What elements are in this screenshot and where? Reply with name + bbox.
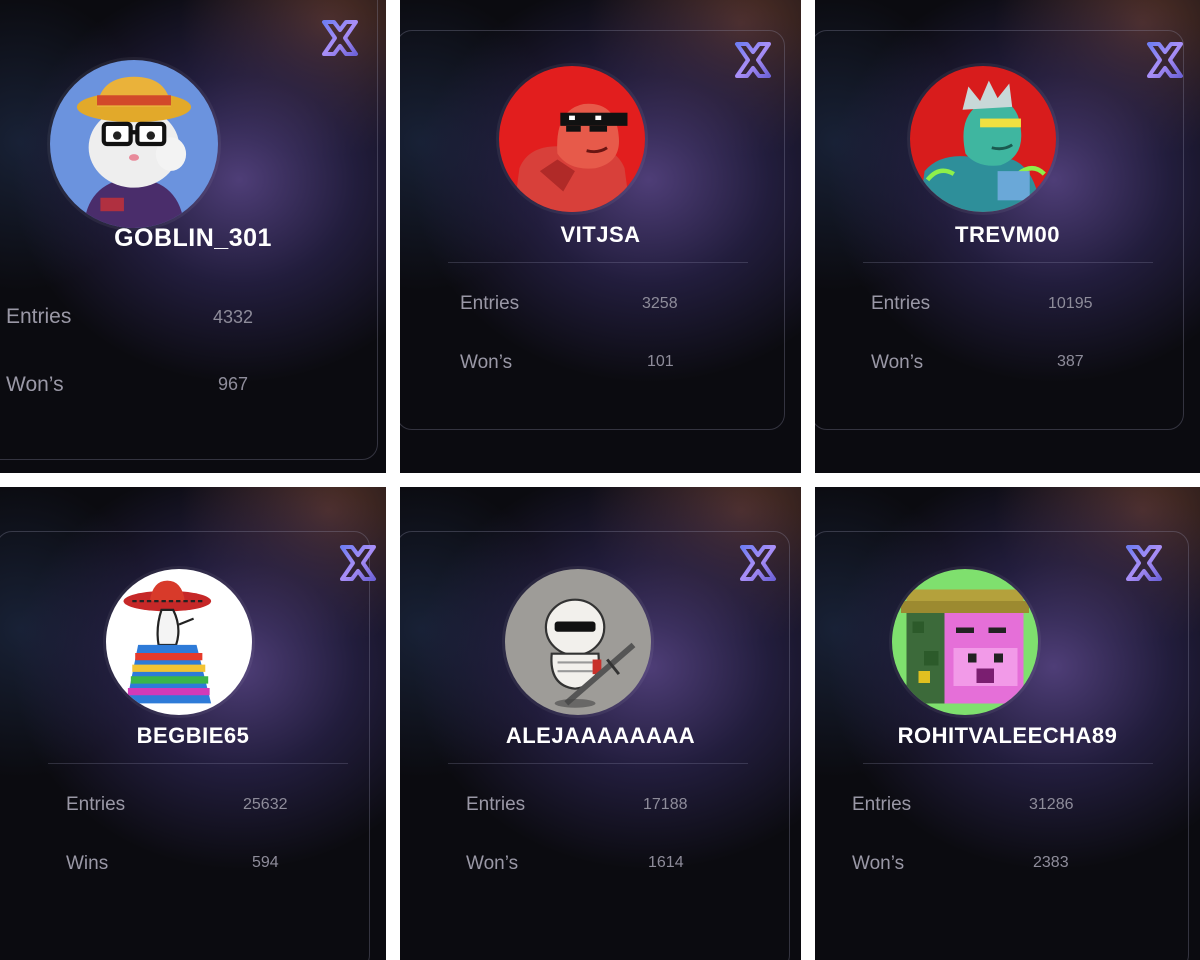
wins-value: 1614 xyxy=(648,854,684,871)
brand-x-logo-icon xyxy=(740,545,776,581)
avatar[interactable] xyxy=(50,60,218,228)
card-divider xyxy=(48,763,348,764)
wins-label: Won’s xyxy=(6,373,64,396)
username: GOBLIN_301 xyxy=(114,224,272,252)
user-card-rohitvaleecha89[interactable]: ROHITVALEECHA89 Entries 31286 Won’s 2383 xyxy=(815,487,1200,960)
avatar[interactable] xyxy=(505,569,651,715)
entries-label: Entries xyxy=(852,794,912,815)
brand-x-logo-icon xyxy=(1147,42,1183,78)
wins-value: 594 xyxy=(252,854,279,871)
entries-label: Entries xyxy=(66,794,126,815)
helmet-character-with-sword-avatar-icon xyxy=(505,569,651,715)
entries-value: 3258 xyxy=(642,295,678,312)
avatar[interactable] xyxy=(910,66,1056,212)
entries-label: Entries xyxy=(871,293,931,314)
green-cyborg-hero-avatar-icon xyxy=(910,66,1056,212)
username: BEGBIE65 xyxy=(136,723,250,748)
card-divider xyxy=(448,262,748,263)
sombrero-poncho-character-avatar-icon xyxy=(106,569,252,715)
wins-label: Won’s xyxy=(871,352,924,373)
avatar[interactable] xyxy=(892,569,1038,715)
username: TREVM00 xyxy=(955,222,1060,247)
avatar[interactable] xyxy=(106,569,252,715)
card-divider xyxy=(448,763,748,764)
brand-x-logo-icon xyxy=(322,20,358,56)
entries-label: Entries xyxy=(466,794,526,815)
user-card-begbie65[interactable]: BEGBIE65 Entries 25632 Wins 594 xyxy=(0,487,386,960)
entries-value: 25632 xyxy=(243,796,288,813)
username: VITJSA xyxy=(560,222,641,247)
brand-x-logo-icon xyxy=(735,42,771,78)
card-divider xyxy=(863,763,1153,764)
entries-label: Entries xyxy=(6,305,72,328)
user-card-goblin-301[interactable]: GOBLIN_301 Entries 4332 Won’s 967 xyxy=(0,0,386,473)
wins-value: 2383 xyxy=(1033,854,1069,871)
wins-label: Won’s xyxy=(460,352,513,373)
card-divider xyxy=(863,262,1153,263)
wins-label: Won’s xyxy=(466,853,519,874)
wins-value: 101 xyxy=(647,353,674,370)
pixel-pink-ape-avatar-icon xyxy=(892,569,1038,715)
wins-value: 387 xyxy=(1057,353,1084,370)
entries-value: 17188 xyxy=(643,796,688,813)
wins-label: Wins xyxy=(66,853,109,874)
entries-label: Entries xyxy=(460,293,520,314)
red-comic-hero-pixel-sunglasses-avatar-icon xyxy=(499,66,645,212)
avatar[interactable] xyxy=(499,66,645,212)
username: ROHITVALEECHA89 xyxy=(897,723,1118,748)
brand-x-logo-icon xyxy=(1126,545,1162,581)
user-card-trevm00[interactable]: TREVM00 Entries 10195 Won’s 387 xyxy=(815,0,1200,473)
user-card-vitjsa[interactable]: VITJSA Entries 3258 Won’s 101 xyxy=(400,0,801,473)
wins-value: 967 xyxy=(218,374,249,394)
wins-label: Won’s xyxy=(852,853,905,874)
entries-value: 31286 xyxy=(1029,796,1074,813)
hamster-straw-hat-glasses-avatar-icon xyxy=(50,60,218,228)
username: ALEJAAAAAAAA xyxy=(505,723,696,748)
entries-value: 10195 xyxy=(1048,295,1093,312)
user-card-alejaaaaaaaa[interactable]: ALEJAAAAAAAA Entries 17188 Won’s 1614 xyxy=(400,487,801,960)
brand-x-logo-icon xyxy=(340,545,376,581)
entries-value: 4332 xyxy=(213,307,254,327)
